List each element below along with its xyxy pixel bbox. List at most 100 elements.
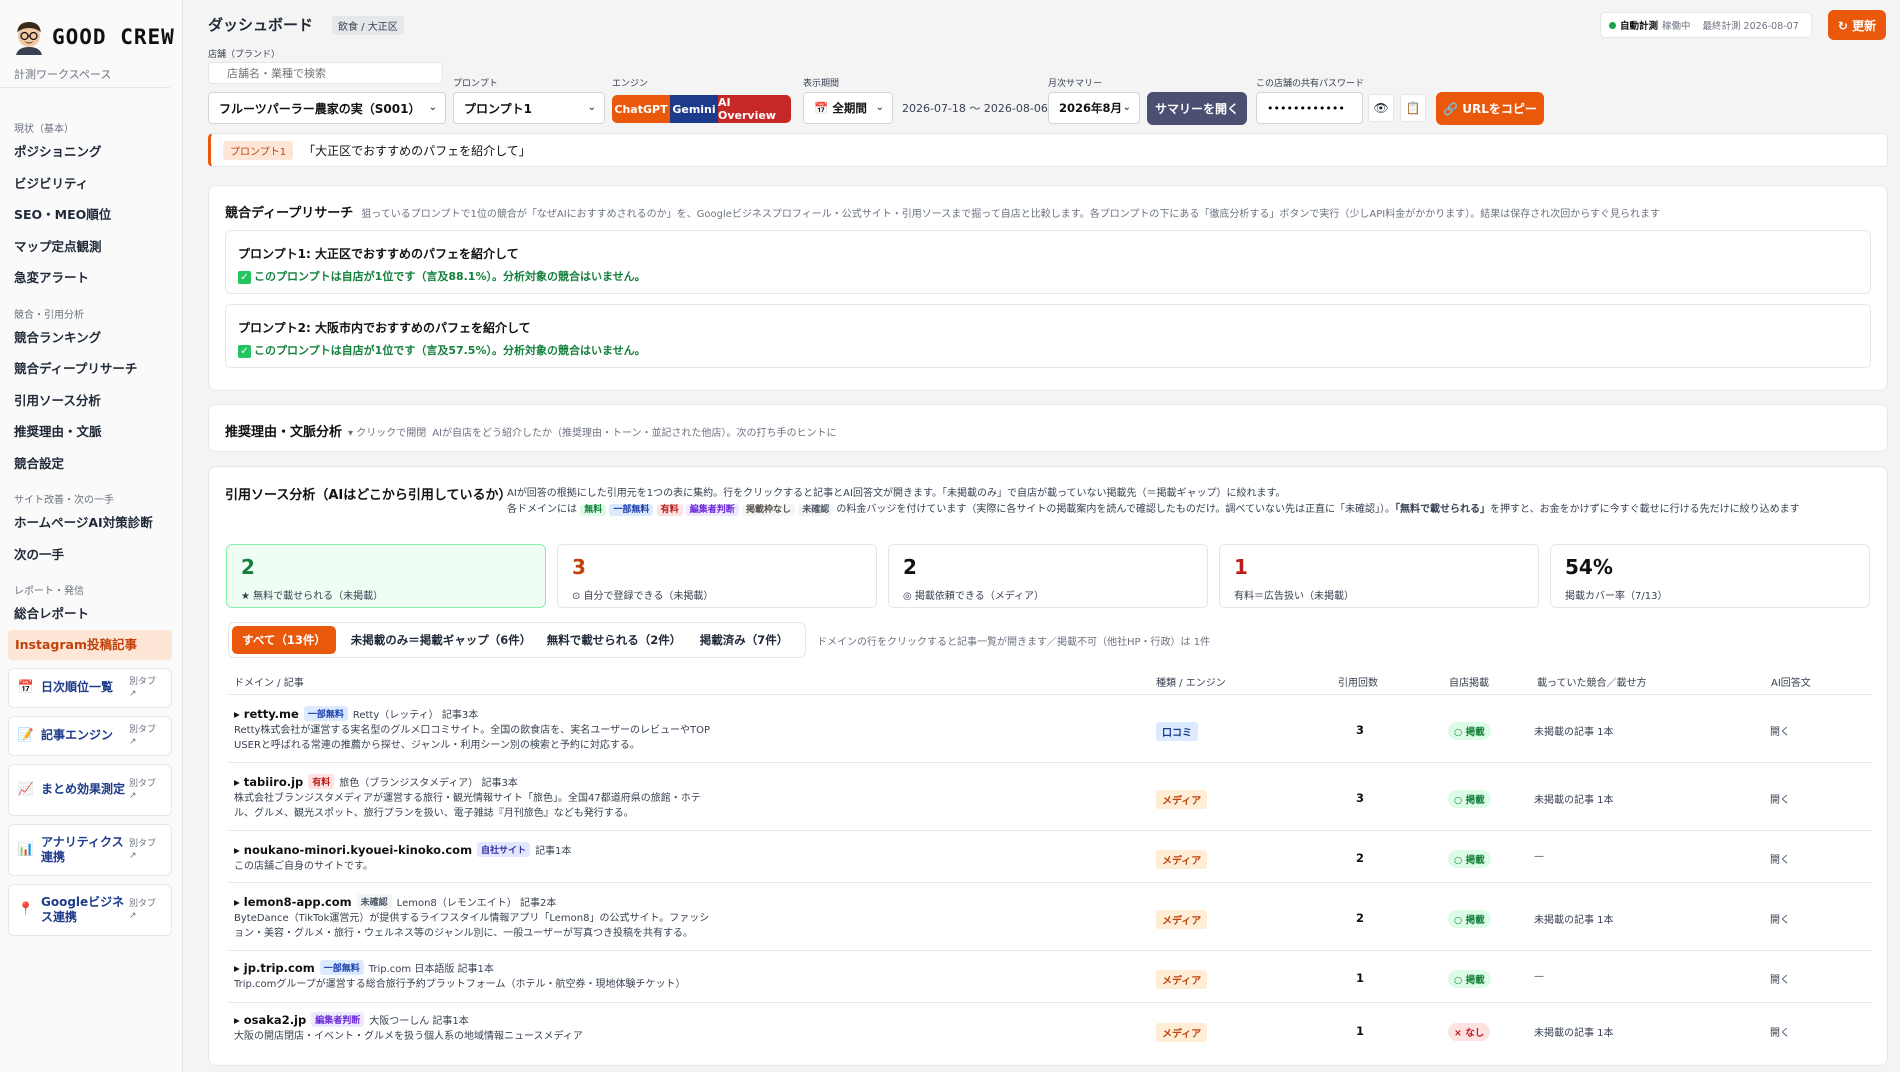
stat-paid-ad[interactable]: 1 有料＝広告扱い（未掲載）: [1219, 544, 1539, 608]
clipboard-icon[interactable]: 📋: [1400, 94, 1426, 122]
price-badge: 自社サイト: [477, 842, 531, 857]
ext-label: Googleビジネス連携: [41, 894, 125, 924]
sidebar-item-map-observation[interactable]: マップ定点観測: [0, 231, 182, 263]
open-summary-button[interactable]: サマリーを開く: [1147, 92, 1247, 125]
price-badge: 編集者判断: [311, 1012, 365, 1027]
sidebar-item-alert[interactable]: 急変アラート: [0, 262, 182, 294]
reasons-card[interactable]: 推奨理由・文脈分析 ▾ クリックで開閉 AIが自店をどう紹介したか（推奨理由・ト…: [208, 404, 1888, 452]
ext-analytics[interactable]: 📊 アナリティクス連携 別タブ ↗: [8, 823, 172, 876]
logo[interactable]: GOOD CREW: [0, 0, 182, 58]
auto-measure-status: 自動計測 稼働中 最終計測 2026-08-07: [1600, 12, 1812, 38]
open-link[interactable]: 開く: [1770, 723, 1790, 738]
open-link[interactable]: 開く: [1770, 1024, 1790, 1039]
sidebar-item-instagram[interactable]: Instagram投稿記事: [8, 629, 172, 660]
domain-name: ▸ retty.me: [234, 706, 299, 721]
kind-badge: メディア: [1156, 850, 1208, 869]
ext-label: 日次順位一覧: [41, 680, 114, 694]
open-link[interactable]: 開く: [1770, 851, 1790, 866]
tab-free[interactable]: 無料で載せられる（2件）: [545, 626, 683, 654]
sidebar-item-next-step[interactable]: 次の一手: [0, 539, 182, 571]
table-row[interactable]: ▸ osaka2.jp 編集者判断 大阪つーしん 記事1本 大阪の開店閉店・イベ…: [228, 1003, 1872, 1053]
sidebar-item-competitor-ranking[interactable]: 競合ランキング: [0, 322, 182, 354]
domain-desc: 大阪の開店閉店・イベント・グルメを扱う個人系の地域情報ニュースメディア: [234, 1031, 583, 1042]
store-search-input[interactable]: [208, 62, 443, 84]
kind-badge: メディア: [1156, 1023, 1208, 1042]
desc-post: の料金バッジを付けています（実際に各サイトの掲載案内を読んで確認したものだけ。調…: [836, 504, 1396, 515]
stat-num: 54%: [1565, 555, 1613, 579]
eye-icon[interactable]: 👁: [1368, 94, 1394, 122]
workspace-label: 計測ワークスペース: [0, 58, 170, 88]
stat-free-listing[interactable]: 2 ★ 無料で載せられる（未掲載）: [226, 544, 546, 608]
stat-request-listing[interactable]: 2 ◎ 掲載依頼できる（メディア）: [888, 544, 1208, 608]
table-row[interactable]: ▸ tabiiro.jp 有料 旅色（ブランジスタメディア） 記事3本 株式会社…: [228, 763, 1872, 829]
ext-tag: 別タブ ↗: [129, 838, 157, 861]
tab-listed[interactable]: 掲載済み（7件）: [687, 626, 801, 654]
table-row[interactable]: ▸ jp.trip.com 一部無料 Trip.com 日本語版 記事1本 Tr…: [228, 951, 1872, 1001]
competitor-info: 未掲載の記事 1本: [1534, 1028, 1614, 1039]
sidebar-item-seo-meo[interactable]: SEO・MEO順位: [0, 199, 182, 231]
copy-url-button[interactable]: 🔗 URLをコピー: [1436, 92, 1544, 125]
section-title-report: レポート・発信: [14, 586, 84, 597]
table-row[interactable]: ▸ noukano-minori.kyouei-kinoko.com 自社サイト…: [228, 831, 1872, 881]
pin-icon: 📍: [17, 902, 35, 917]
deep-research-desc: 狙っているプロンプトで1位の競合が「なぜAIにおすすめされるのか」を、Googl…: [361, 209, 1661, 220]
stat-self-register[interactable]: 3 ⊙ 自分で登録できる（未掲載）: [557, 544, 877, 608]
reasons-toggle[interactable]: ▾ クリックで開閉: [348, 424, 426, 439]
sidebar-item-visibility[interactable]: ビジビリティ: [0, 168, 182, 200]
password-field[interactable]: [1256, 92, 1363, 124]
store-label: 店舗（ブランド）: [208, 50, 281, 60]
tab-unlisted[interactable]: 未掲載のみ＝掲載ギャップ（6件）: [341, 626, 541, 654]
domain-extra: 記事1本: [535, 846, 572, 857]
tab-all[interactable]: すべて（13件）: [232, 626, 336, 654]
ext-google-business[interactable]: 📍 Googleビジネス連携 別タブ ↗: [8, 883, 172, 936]
citation-count: 3: [1356, 791, 1365, 805]
refresh-button[interactable]: ↻ 更新: [1828, 10, 1886, 40]
table-row[interactable]: ▸ lemon8-app.com 未確認 Lemon8（レモンエイト） 記事2本…: [228, 883, 1872, 949]
stat-label: ⊙ 自分で登録できる（未掲載）: [572, 591, 714, 602]
reasons-title: 推奨理由・文脈分析: [225, 425, 343, 440]
ext-tag: 別タブ ↗: [129, 898, 157, 921]
item-result-text: このプロンプトは自店が1位です（言及88.1%）。分析対象の競合はいません。: [254, 270, 646, 283]
period-select[interactable]: 📅 全期間 ⌄: [803, 92, 893, 124]
item-result: ✓ このプロンプトは自店が1位です（言及57.5%）。分析対象の競合はいません。: [238, 342, 646, 358]
sidebar-item-report[interactable]: 総合レポート: [0, 598, 182, 630]
stat-num: 1: [1234, 555, 1248, 579]
sidebar-item-reasons[interactable]: 推奨理由・文脈: [0, 416, 182, 448]
legend-no-listing: 掲載枠なし: [742, 504, 796, 516]
domain-extra: Retty（レッティ） 記事3本: [352, 710, 479, 721]
sidebar-item-deep-research[interactable]: 競合ディープリサーチ: [0, 353, 182, 385]
sidebar-item-citation[interactable]: 引用ソース分析: [0, 385, 182, 417]
stat-label: ★ 無料で載せられる（未掲載）: [241, 591, 384, 602]
row-domain: ▸ jp.trip.com 一部無料 Trip.com 日本語版 記事1本: [234, 960, 494, 975]
store-select[interactable]: フルーツパーラー農家の実（S001） ⌄: [208, 92, 446, 124]
row-domain: ▸ tabiiro.jp 有料 旅色（ブランジスタメディア） 記事3本: [234, 774, 518, 789]
ext-effect-measure[interactable]: 📈 まとめ効果測定 別タブ ↗: [8, 763, 172, 816]
sidebar-item-positioning[interactable]: ポジショニング: [0, 136, 182, 168]
prompt-select[interactable]: プロンプト1 ⌄: [453, 92, 605, 124]
table-row[interactable]: ▸ retty.me 一部無料 Retty（レッティ） 記事3本 Retty株式…: [228, 695, 1872, 761]
main-content: ダッシュボード 飲食 / 大正区 自動計測 稼働中 最終計測 2026-08-0…: [196, 0, 1900, 1072]
open-link[interactable]: 開く: [1770, 971, 1790, 986]
category-badge: 飲食 / 大正区: [332, 16, 404, 35]
ext-daily-ranking[interactable]: 📅 日次順位一覧 別タブ ↗: [8, 667, 172, 708]
stat-label: 有料＝広告扱い（未掲載）: [1234, 591, 1354, 602]
sidebar-item-competitor-settings[interactable]: 競合設定: [0, 448, 182, 480]
current-prompt-bar: プロンプト1 「大正区でおすすめのパフェを紹介して」: [208, 133, 1888, 167]
open-link[interactable]: 開く: [1770, 791, 1790, 806]
item-title: プロンプト2: 大阪市内でおすすめのパフェを紹介して: [238, 321, 531, 335]
ext-article-engine[interactable]: 📝 記事エンジン 別タブ ↗: [8, 715, 172, 756]
deep-research-item: プロンプト1: 大正区でおすすめのパフェを紹介して ✓ このプロンプトは自店が1位…: [225, 230, 1871, 294]
reasons-desc: AIが自店をどう紹介したか（推奨理由・トーン・並記された他店）。次の打ち手のヒン…: [432, 428, 837, 439]
engine-gemini[interactable]: Gemini: [670, 95, 718, 123]
month-value: 2026年8月: [1059, 101, 1123, 115]
engine-chatgpt[interactable]: ChatGPT: [612, 95, 670, 123]
open-link[interactable]: 開く: [1770, 911, 1790, 926]
price-badge: 有料: [308, 774, 335, 789]
month-select[interactable]: 2026年8月 ⌄: [1048, 92, 1140, 124]
domain-extra: 大阪つーしん 記事1本: [369, 1016, 469, 1027]
domain-desc: この店舗ご自身のサイトです。: [234, 861, 373, 872]
sidebar-item-homepage-diagnosis[interactable]: ホームページAI対策診断: [0, 507, 182, 539]
own-listing-badge: ○ 掲載: [1448, 910, 1491, 928]
check-icon: ✓: [238, 345, 251, 358]
engine-ai-overview[interactable]: AI Overview: [718, 95, 791, 123]
